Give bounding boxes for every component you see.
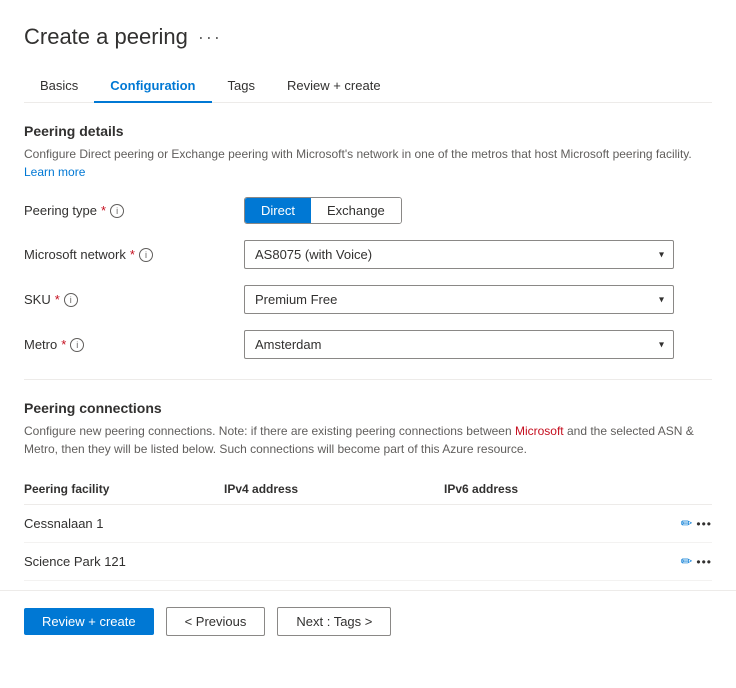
col-header-facility: Peering facility: [24, 482, 224, 496]
peering-details-title: Peering details: [24, 123, 712, 139]
row2-actions: ✏ •••: [652, 553, 712, 570]
row1-edit-icon[interactable]: ✏: [681, 515, 693, 532]
col-header-ipv4: IPv4 address: [224, 482, 444, 496]
sku-row: SKU * i Premium Free ▾: [24, 285, 712, 314]
col-header-actions: [652, 482, 712, 496]
row2-facility: Science Park 121: [24, 554, 224, 569]
required-indicator-metro: *: [61, 337, 66, 352]
toggle-exchange[interactable]: Exchange: [311, 198, 401, 223]
toggle-direct[interactable]: Direct: [245, 198, 311, 223]
sku-info-icon[interactable]: i: [64, 293, 78, 307]
tab-basics[interactable]: Basics: [24, 70, 94, 103]
microsoft-network-select-wrapper: AS8075 (with Voice) ▾: [244, 240, 674, 269]
toggle-group: Direct Exchange: [244, 197, 402, 224]
peering-type-toggle: Direct Exchange: [244, 197, 712, 224]
tab-review-create[interactable]: Review + create: [271, 70, 397, 103]
peering-type-row: Peering type * i Direct Exchange: [24, 197, 712, 224]
microsoft-network-label: Microsoft network * i: [24, 247, 244, 262]
page-title: Create a peering: [24, 24, 188, 50]
row2-more-icon[interactable]: •••: [696, 555, 712, 569]
peering-type-label: Peering type * i: [24, 203, 244, 218]
row1-actions: ✏ •••: [652, 515, 712, 532]
microsoft-network-info-icon[interactable]: i: [139, 248, 153, 262]
footer: Review + create < Previous Next : Tags >: [0, 590, 736, 652]
required-indicator-sku: *: [55, 292, 60, 307]
tab-tags[interactable]: Tags: [212, 70, 271, 103]
peering-connections-title: Peering connections: [24, 400, 712, 416]
metro-select[interactable]: Amsterdam: [244, 330, 674, 359]
metro-row: Metro * i Amsterdam ▾: [24, 330, 712, 359]
peering-connections-section: Peering connections Configure new peerin…: [24, 400, 712, 608]
microsoft-network-control: AS8075 (with Voice) ▾: [244, 240, 712, 269]
sku-select-wrapper: Premium Free ▾: [244, 285, 674, 314]
col-header-ipv6: IPv6 address: [444, 482, 652, 496]
page-title-ellipsis: ···: [198, 27, 222, 48]
row2-edit-icon[interactable]: ✏: [681, 553, 693, 570]
page-title-container: Create a peering ···: [24, 24, 712, 50]
sku-control: Premium Free ▾: [244, 285, 712, 314]
table-row: Cessnalaan 1 ✏ •••: [24, 505, 712, 543]
learn-more-link[interactable]: Learn more: [24, 165, 85, 179]
section-divider: [24, 379, 712, 380]
microsoft-network-select[interactable]: AS8075 (with Voice): [244, 240, 674, 269]
peering-details-description: Configure Direct peering or Exchange pee…: [24, 145, 712, 181]
tab-configuration[interactable]: Configuration: [94, 70, 211, 103]
microsoft-network-row: Microsoft network * i AS8075 (with Voice…: [24, 240, 712, 269]
metro-control: Amsterdam ▾: [244, 330, 712, 359]
row1-facility: Cessnalaan 1: [24, 516, 224, 531]
metro-info-icon[interactable]: i: [70, 338, 84, 352]
tab-bar: Basics Configuration Tags Review + creat…: [24, 70, 712, 103]
peering-details-section: Peering details Configure Direct peering…: [24, 123, 712, 359]
peering-type-info-icon[interactable]: i: [110, 204, 124, 218]
metro-label: Metro * i: [24, 337, 244, 352]
sku-label: SKU * i: [24, 292, 244, 307]
microsoft-link[interactable]: Microsoft: [515, 424, 564, 438]
review-create-button[interactable]: Review + create: [24, 608, 154, 635]
connections-table-header: Peering facility IPv4 address IPv6 addre…: [24, 474, 712, 505]
required-indicator: *: [101, 203, 106, 218]
next-button[interactable]: Next : Tags >: [277, 607, 391, 636]
peering-connections-description: Configure new peering connections. Note:…: [24, 422, 712, 458]
metro-select-wrapper: Amsterdam ▾: [244, 330, 674, 359]
previous-button[interactable]: < Previous: [166, 607, 266, 636]
sku-select[interactable]: Premium Free: [244, 285, 674, 314]
row1-more-icon[interactable]: •••: [696, 517, 712, 531]
table-row: Science Park 121 ✏ •••: [24, 543, 712, 581]
required-indicator-network: *: [130, 247, 135, 262]
